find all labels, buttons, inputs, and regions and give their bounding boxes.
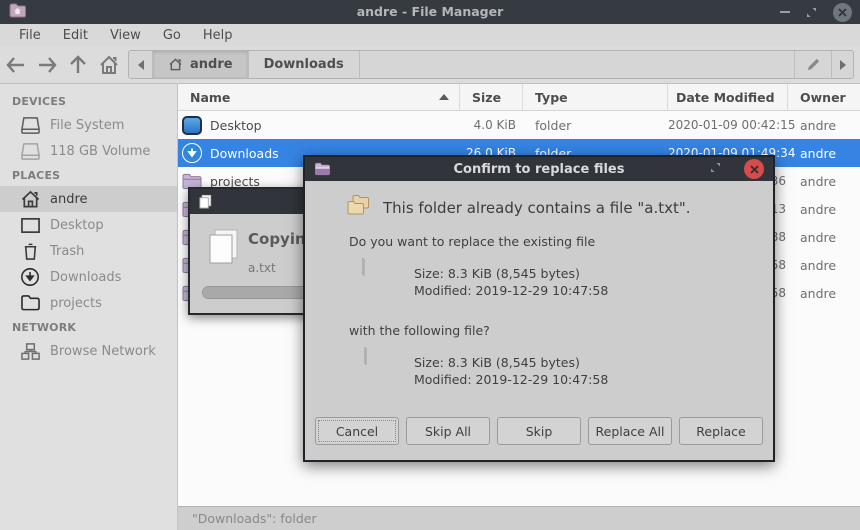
sidebar: DEVICES File System 118 GB Volume PLACES…: [0, 84, 178, 530]
copying-pages-icon: [206, 228, 242, 270]
sidebar-item-projects[interactable]: projects: [0, 290, 177, 316]
dialog-close-button[interactable]: [744, 159, 764, 179]
sidebar-section-network: NETWORK: [0, 316, 177, 338]
new-file-size: Size: 8.3 KiB (8,545 bytes): [414, 354, 608, 371]
copy-folders-icon: [345, 194, 373, 221]
forward-button[interactable]: [31, 50, 62, 80]
document-icon: [198, 194, 213, 209]
sidebar-section-devices: DEVICES: [0, 90, 177, 112]
list-header: Name Size Type Date Modified Owner: [178, 84, 860, 111]
toolbar: andre Downloads: [0, 46, 860, 84]
sidebar-section-places: PLACES: [0, 164, 177, 186]
existing-file-icon: [362, 258, 364, 275]
path-scroll-left-button[interactable]: [129, 51, 153, 78]
folder-icon: [19, 292, 41, 314]
download-icon: [19, 266, 41, 288]
up-button[interactable]: [62, 50, 93, 80]
home-icon: [168, 58, 183, 71]
sidebar-item-volume[interactable]: 118 GB Volume: [0, 138, 177, 164]
window-titlebar: andre - File Manager: [0, 0, 860, 24]
table-row-desktop[interactable]: Desktop 4.0 KiB folder 2020-01-09 00:42:…: [178, 111, 860, 139]
sidebar-item-trash[interactable]: Trash: [0, 238, 177, 264]
close-button[interactable]: [833, 3, 852, 22]
existing-file-modified: Modified: 2019-12-29 10:47:58: [414, 282, 608, 299]
restore-button-icon[interactable]: [806, 7, 817, 18]
desktop-folder-icon: [182, 115, 202, 135]
pencil-icon: [806, 57, 821, 72]
dialog-restore-icon[interactable]: [710, 162, 721, 177]
menu-go[interactable]: Go: [154, 26, 190, 45]
sidebar-item-andre[interactable]: andre: [0, 186, 177, 212]
column-header-owner[interactable]: Owner: [788, 84, 860, 110]
sidebar-item-file-system[interactable]: File System: [0, 112, 177, 138]
column-header-date-modified[interactable]: Date Modified: [668, 84, 788, 110]
dialog-heading: This folder already contains a file "a.t…: [383, 199, 691, 217]
sidebar-item-downloads[interactable]: Downloads: [0, 264, 177, 290]
menu-file[interactable]: File: [10, 26, 50, 45]
minimize-button-icon[interactable]: [780, 11, 790, 13]
download-folder-icon: [182, 143, 202, 163]
copy-filename: a.txt: [248, 261, 276, 275]
drive-icon: [19, 114, 41, 136]
window-title: andre - File Manager: [0, 0, 860, 24]
home-button[interactable]: [93, 50, 124, 80]
sort-ascending-icon: [439, 94, 449, 100]
network-icon: [19, 340, 41, 362]
menu-view[interactable]: View: [101, 26, 150, 45]
pathbar: andre Downloads: [128, 50, 854, 79]
replace-all-button[interactable]: Replace All: [588, 417, 672, 445]
replace-dialog-titlebar: Confirm to replace files: [305, 157, 773, 181]
path-button-downloads[interactable]: Downloads: [249, 51, 360, 78]
back-button[interactable]: [0, 50, 31, 80]
column-header-name[interactable]: Name: [178, 84, 460, 110]
skip-button[interactable]: Skip: [497, 417, 581, 445]
new-file-info: Size: 8.3 KiB (8,545 bytes) Modified: 20…: [414, 354, 608, 388]
path-edit-button[interactable]: [794, 51, 831, 78]
existing-file-size: Size: 8.3 KiB (8,545 bytes): [414, 265, 608, 282]
menu-edit[interactable]: Edit: [54, 26, 97, 45]
cancel-button[interactable]: Cancel: [315, 417, 399, 445]
menubar: File Edit View Go Help: [0, 24, 860, 46]
drive-icon: [19, 140, 41, 162]
desktop-icon: [19, 214, 41, 236]
trash-icon: [19, 240, 41, 262]
sidebar-item-desktop[interactable]: Desktop: [0, 212, 177, 238]
skip-all-button[interactable]: Skip All: [406, 417, 490, 445]
replace-files-dialog: Confirm to replace files This folder alr…: [303, 155, 775, 462]
question-new: with the following file?: [349, 323, 490, 338]
menu-help[interactable]: Help: [194, 26, 242, 45]
path-button-andre[interactable]: andre: [153, 51, 249, 78]
replace-button[interactable]: Replace: [679, 417, 763, 445]
status-bar: "Downloads": folder: [178, 506, 860, 530]
home-icon: [19, 188, 41, 210]
new-file-modified: Modified: 2019-12-29 10:47:58: [414, 371, 608, 388]
column-header-type[interactable]: Type: [523, 84, 668, 110]
dialog-title: Confirm to replace files: [305, 162, 773, 177]
existing-file-info: Size: 8.3 KiB (8,545 bytes) Modified: 20…: [414, 265, 608, 299]
dialog-buttons: Cancel Skip All Skip Replace All Replace: [315, 417, 763, 445]
column-header-size[interactable]: Size: [460, 84, 523, 110]
question-existing: Do you want to replace the existing file: [349, 234, 595, 249]
sidebar-item-browse-network[interactable]: Browse Network: [0, 338, 177, 364]
new-file-icon: [364, 347, 366, 364]
path-scroll-right-button[interactable]: [831, 51, 853, 78]
